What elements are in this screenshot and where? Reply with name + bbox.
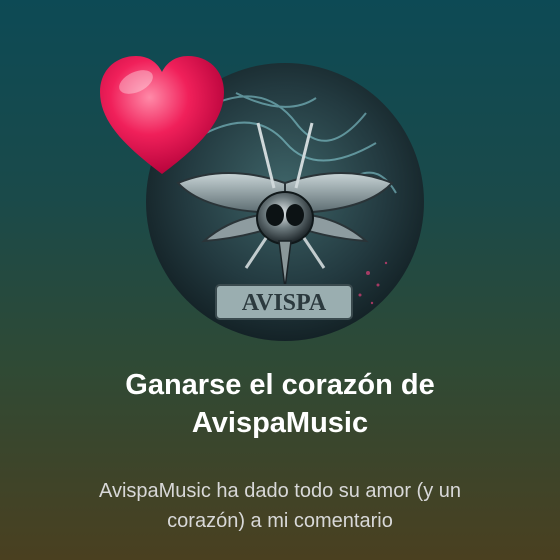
- achievement-description-line1: AvispaMusic ha dado todo su amor (y un: [98, 480, 462, 502]
- achievement-title-line2: AvispaMusic: [191, 407, 369, 439]
- achievement-description: AvispaMusic ha dado todo su amor (y un c…: [0, 476, 560, 536]
- achievement-title-line1: Ganarse el corazón de: [125, 369, 435, 401]
- achievement-title: Ganarse el corazón de AvispaMusic: [0, 366, 560, 442]
- avatar-logo-text: AVISPA: [242, 290, 327, 316]
- heart-icon: [96, 52, 228, 180]
- achievement-description-line2: corazón) a mi comentario: [167, 510, 393, 532]
